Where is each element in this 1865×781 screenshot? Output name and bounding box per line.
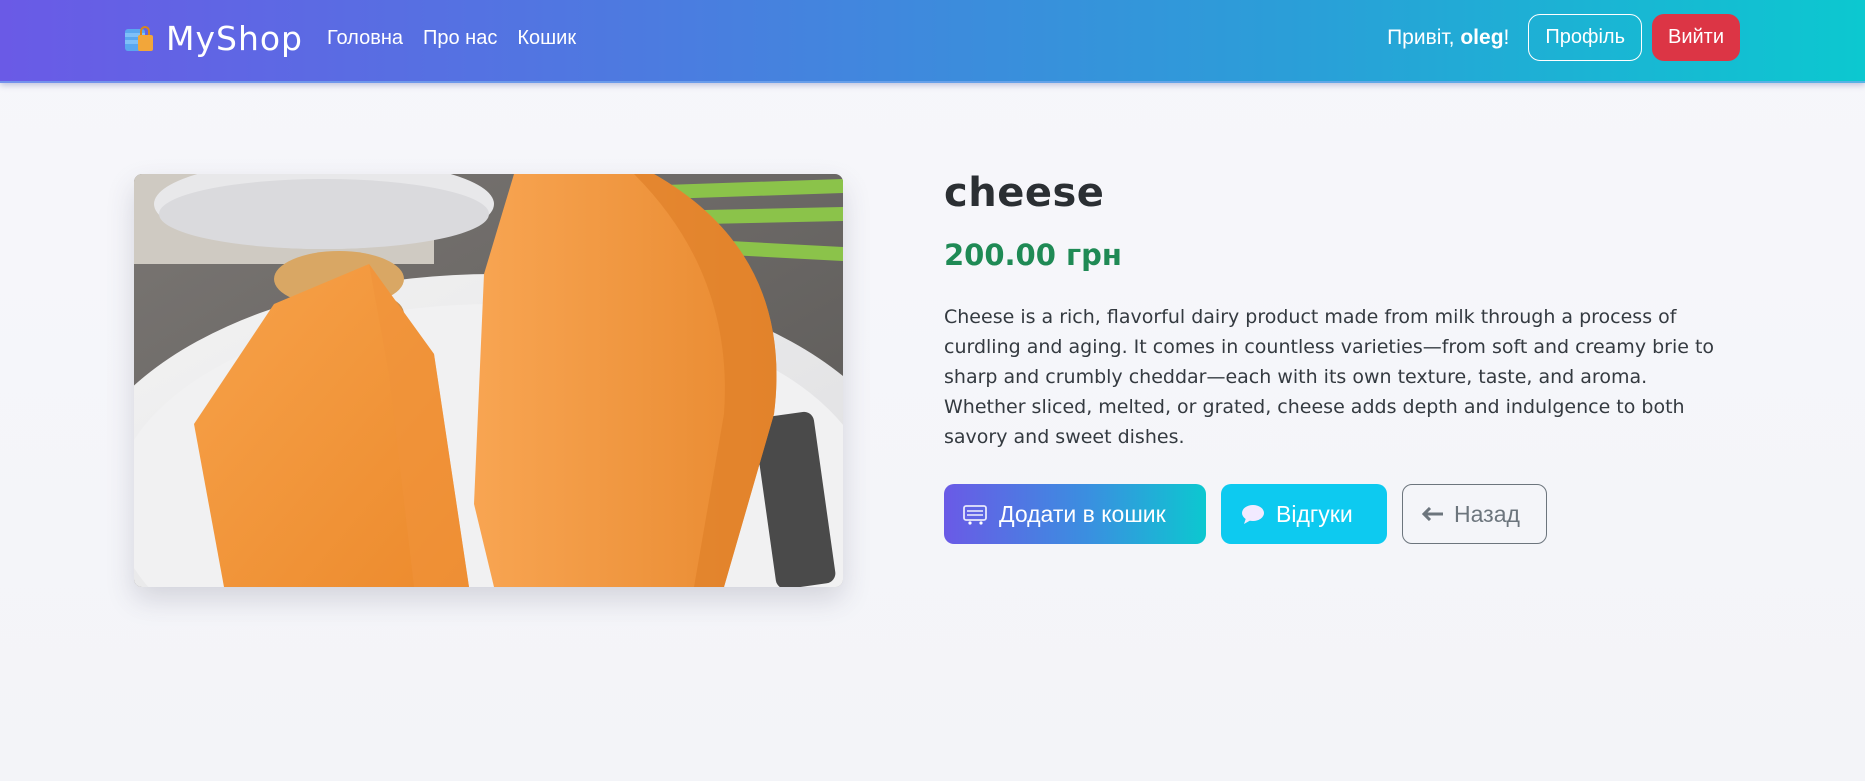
speech-bubble-icon — [1242, 505, 1264, 524]
back-label: Назад — [1454, 500, 1520, 527]
product-actions: Додати в кошик Відгуки Назад — [944, 484, 1734, 544]
product-title: cheese — [944, 170, 1105, 216]
add-to-cart-button[interactable]: Додати в кошик — [944, 484, 1206, 544]
profile-button[interactable]: Профіль — [1528, 14, 1642, 61]
greeting-suffix: ! — [1503, 25, 1510, 49]
brand-link[interactable]: MyShop — [122, 18, 303, 58]
navbar: MyShop Головна Про нас Кошик Привіт, ole… — [0, 0, 1865, 83]
reviews-label: Відгуки — [1276, 500, 1353, 527]
back-button[interactable]: Назад — [1402, 484, 1547, 544]
reviews-button[interactable]: Відгуки — [1221, 484, 1387, 544]
cheese-photo — [134, 174, 843, 587]
nav-link-about[interactable]: Про нас — [423, 24, 497, 52]
product-description: Cheese is a rich, flavorful dairy produc… — [944, 306, 1715, 448]
arrow-left-icon — [1422, 507, 1443, 521]
product-info: cheese 200.00 грн Cheese is a rich, flav… — [944, 170, 1734, 544]
nav-link-cart[interactable]: Кошик — [517, 24, 576, 52]
user-menu: Привіт, oleg! Профіль Вийти — [1387, 14, 1740, 61]
user-greeting: Привіт, oleg! — [1387, 26, 1509, 50]
product-price: 200.00 грн — [944, 238, 1122, 272]
username: oleg — [1460, 25, 1504, 49]
brand-name: MyShop — [166, 18, 304, 58]
logout-button[interactable]: Вийти — [1651, 14, 1740, 61]
shopping-bag-icon — [125, 26, 153, 51]
cart-icon — [963, 505, 987, 525]
main-nav: Головна Про нас Кошик — [327, 24, 576, 52]
product-image — [134, 174, 843, 587]
nav-link-home[interactable]: Головна — [327, 24, 403, 52]
add-to-cart-label: Додати в кошик — [999, 500, 1166, 527]
greeting-prefix: Привіт, — [1387, 25, 1461, 49]
